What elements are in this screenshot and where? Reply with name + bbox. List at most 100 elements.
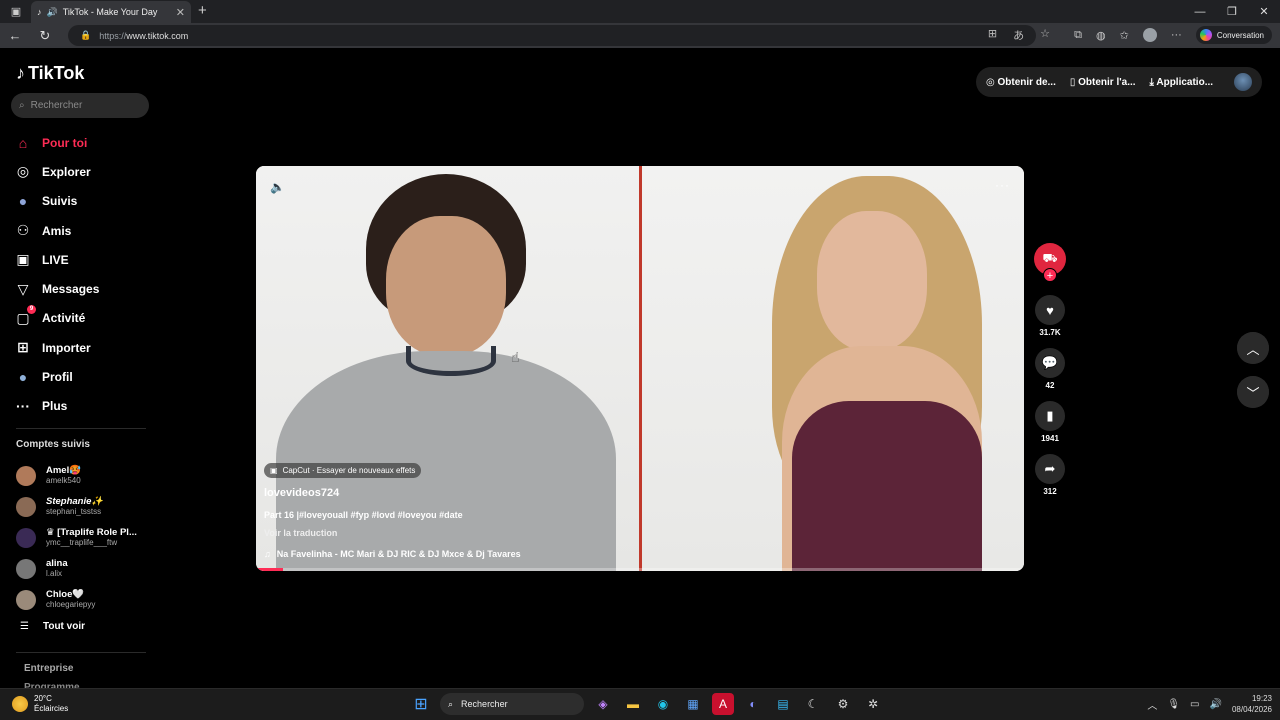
settings-app-icon[interactable]: ✲: [862, 693, 884, 715]
clock[interactable]: 19:23 08/04/2026: [1232, 693, 1272, 715]
following-account[interactable]: Stephanie✨ stephani_tsstss: [16, 491, 156, 522]
app-icon[interactable]: ☾: [802, 693, 824, 715]
tab-actions-icon[interactable]: ▣: [0, 0, 32, 23]
user-avatar[interactable]: [1234, 73, 1252, 91]
footer-link-entreprise[interactable]: Entreprise: [24, 663, 73, 674]
lock-icon: 🔒: [80, 30, 92, 40]
photos-icon[interactable]: ▤: [772, 693, 794, 715]
nav-label: LIVE: [42, 252, 69, 267]
steam-icon[interactable]: ⚙: [832, 693, 854, 715]
app-available-icon[interactable]: ⊞: [988, 27, 997, 43]
copilot-app-icon[interactable]: ◈: [592, 693, 614, 715]
weather-widget[interactable]: 20°C Éclaircies: [12, 694, 68, 714]
next-video-button[interactable]: ﹀: [1237, 376, 1269, 408]
edge-browser-icon[interactable]: ◉: [652, 693, 674, 715]
audio-playing-icon[interactable]: 🔊: [47, 7, 58, 18]
address-bar[interactable]: 🔒 https://www.tiktok.com: [68, 25, 1036, 46]
creator-avatar[interactable]: ⛟ +: [1034, 243, 1066, 282]
sidebar-item-amis[interactable]: ⚇ Amis: [14, 216, 154, 245]
messages-icon: ▽: [17, 280, 29, 297]
copilot-conversation-button[interactable]: Conversation: [1195, 26, 1272, 44]
account-name: Amel🥵: [46, 465, 82, 476]
volume-icon[interactable]: 🔊: [1210, 699, 1222, 710]
start-menu-icon[interactable]: ⊞: [410, 693, 432, 715]
woman-top: [792, 401, 982, 571]
tab-title: TikTok - Make Your Day: [62, 7, 158, 17]
sidebar-item-messages[interactable]: ▽ Messages: [14, 274, 154, 303]
music-link[interactable]: ♫ Na Favelinha - MC Mari & DJ RIC & DJ Mx…: [264, 549, 521, 559]
minimize-button[interactable]: —: [1184, 0, 1216, 23]
search-input[interactable]: ⌕ Rechercher: [11, 93, 149, 118]
avatar: [16, 589, 36, 610]
favorite-star-icon[interactable]: ☆: [1040, 27, 1050, 43]
sidebar-item-activite[interactable]: ▢ 9 Activité: [14, 304, 154, 333]
display-icon[interactable]: ▭: [1190, 699, 1199, 710]
microphone-icon[interactable]: 🎙: [1167, 699, 1180, 710]
following-account[interactable]: Amel🥵 amelk540: [16, 460, 156, 491]
man-face: [386, 216, 506, 356]
follow-plus-icon[interactable]: +: [1043, 268, 1057, 282]
browser-profile-avatar[interactable]: [1142, 28, 1157, 42]
restore-button[interactable]: ❐: [1216, 0, 1248, 23]
effect-label: CapCut · Essayer de nouveaux effets: [282, 466, 416, 475]
tiktok-logo[interactable]: ♪ TikTok: [16, 63, 84, 84]
sidebar-item-profil[interactable]: ● Profil: [14, 362, 154, 391]
sidebar-item-importer[interactable]: ⊞ Importer: [14, 333, 154, 362]
feed-navigation: ︿ ﹀: [1237, 332, 1269, 408]
save-button[interactable]: ▮: [1035, 401, 1065, 431]
favorites-icon[interactable]: ✩: [1120, 29, 1129, 42]
close-tab-icon[interactable]: ✕: [176, 6, 185, 19]
see-translation-link[interactable]: Voir la traduction: [264, 528, 337, 538]
video-author[interactable]: lovevideos724: [264, 487, 339, 499]
music-note-icon: ♫: [264, 549, 271, 559]
following-account[interactable]: Chloe🤍 chloegariepyy: [16, 584, 156, 615]
avatar: [16, 496, 36, 517]
sidebar-item-suivis[interactable]: ● Suivis: [14, 187, 154, 216]
comment-button[interactable]: 💬: [1035, 348, 1065, 378]
get-app-button[interactable]: ▯ Obtenir l'a...: [1070, 77, 1136, 88]
refresh-button[interactable]: ↻: [30, 28, 60, 44]
settings-more-icon[interactable]: ···: [1171, 29, 1182, 41]
new-tab-button[interactable]: +: [198, 2, 207, 19]
tiktok-favicon-icon: ♪: [37, 7, 42, 17]
like-button[interactable]: ♥: [1035, 295, 1065, 325]
file-explorer-icon[interactable]: ▬: [622, 693, 644, 715]
nav-label: Profil: [42, 370, 73, 385]
sidebar-item-plus[interactable]: ··· Plus: [14, 392, 154, 421]
divider: [16, 652, 146, 653]
previous-video-button[interactable]: ︿: [1237, 332, 1269, 364]
following-account[interactable]: alina l.alix: [16, 553, 156, 584]
translate-icon[interactable]: あ: [1013, 27, 1024, 43]
account-name: alina: [46, 558, 68, 569]
more-options-icon[interactable]: ···: [995, 178, 1010, 192]
bookmark-icon: ▮: [1046, 408, 1054, 423]
extensions-icon[interactable]: ⧉: [1074, 29, 1082, 42]
desktop-app-button[interactable]: ⤓ Applicatio...: [1150, 77, 1214, 88]
volume-icon[interactable]: 🔈: [270, 180, 285, 194]
discord-icon[interactable]: ◐: [742, 693, 764, 715]
close-window-button[interactable]: ✕: [1248, 0, 1280, 23]
back-button[interactable]: ←: [0, 28, 30, 43]
adobe-app-icon[interactable]: A: [712, 693, 734, 715]
taskbar-search[interactable]: ⌕ Rechercher: [440, 693, 584, 715]
share-button[interactable]: ➦: [1035, 454, 1065, 484]
account-username: l.alix: [46, 569, 63, 578]
following-account[interactable]: ♛ [Traplife Role Pl... ymc__traplife___ft…: [16, 522, 156, 553]
sidebar-item-explorer[interactable]: ◎ Explorer: [14, 157, 154, 186]
video-player[interactable]: 🔈 ··· ▣ CapCut · Essayer de nouveaux effe…: [256, 166, 1024, 571]
effect-tag[interactable]: ▣ CapCut · Essayer de nouveaux effets: [264, 463, 422, 478]
browser-tab[interactable]: ♪ 🔊 TikTok - Make Your Day ✕: [31, 1, 191, 23]
sidebar-item-pour-toi[interactable]: ⌂ Pour toi: [14, 128, 154, 157]
video-progress-bar[interactable]: [256, 568, 1024, 571]
show-hidden-icons-chevron-icon[interactable]: ︿: [1147, 697, 1157, 712]
date: 08/04/2026: [1231, 705, 1272, 714]
sidebar-nav: ⌂ Pour toi ◎ Explorer ● Suivis ⚇ Amis ▣ LIVE …: [14, 128, 154, 421]
see-all-button[interactable]: ☰ Tout voir: [20, 621, 85, 632]
see-all-label: Tout voir: [42, 621, 85, 632]
sidebar-item-live[interactable]: ▣ LIVE: [14, 245, 154, 274]
friends-icon: ⚇: [16, 222, 30, 239]
nav-label: Activité: [42, 311, 86, 326]
store-icon[interactable]: ▦: [682, 693, 704, 715]
browser-essentials-icon[interactable]: ◍: [1096, 29, 1106, 42]
get-coins-button[interactable]: ◎ Obtenir de...: [986, 77, 1056, 88]
